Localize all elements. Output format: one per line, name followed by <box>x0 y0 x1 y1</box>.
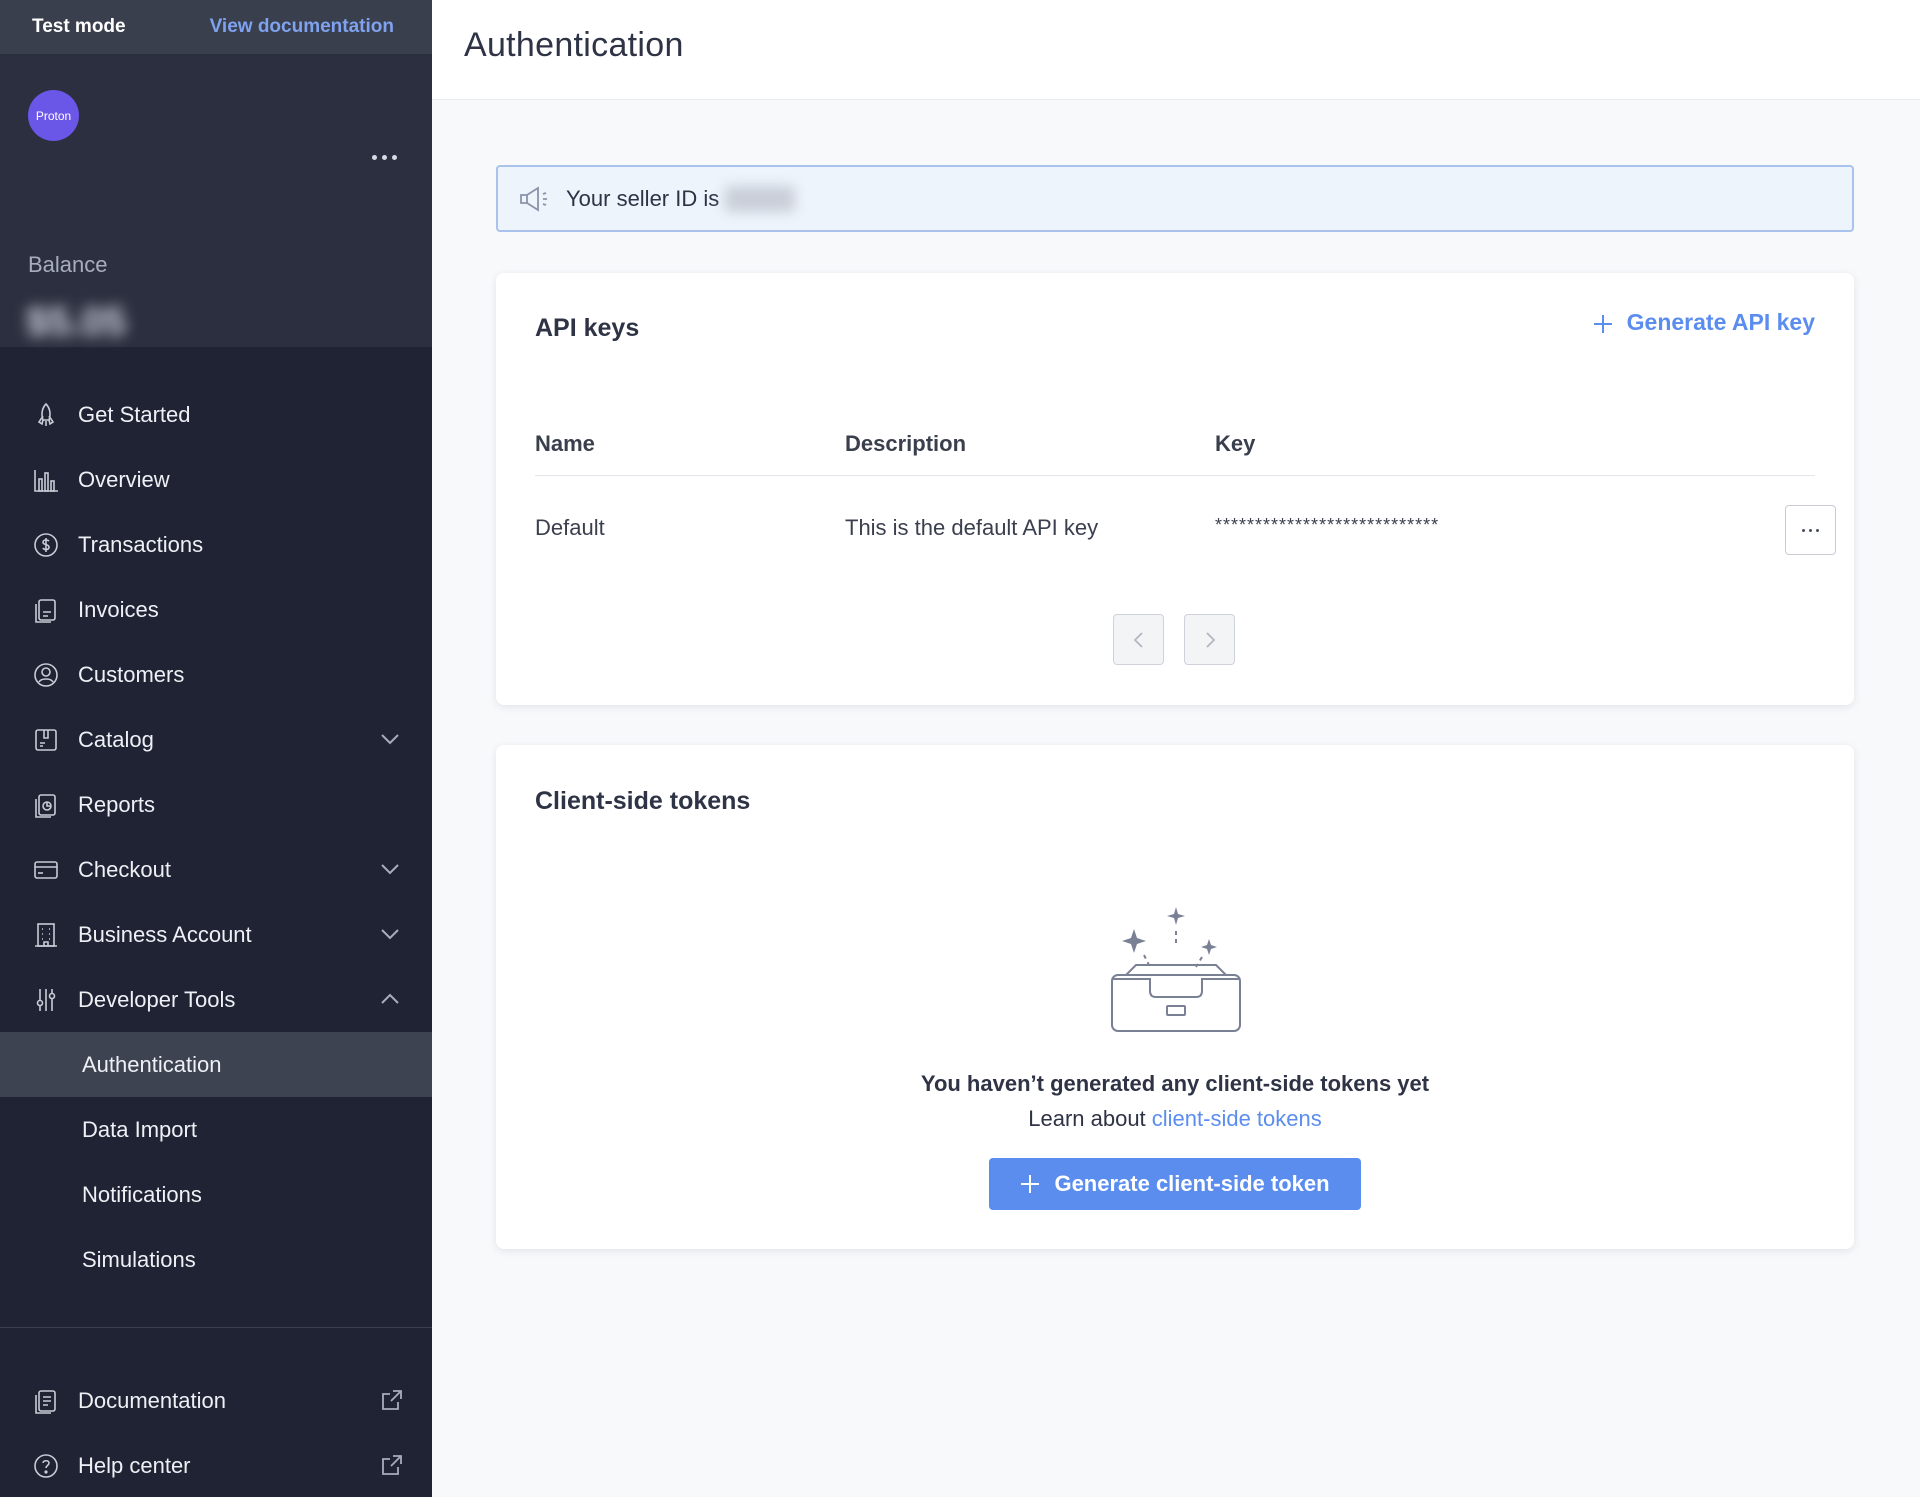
client-side-tokens-card: Client-side tokens You haven’t generated… <box>496 745 1854 1249</box>
page-title: Authentication <box>464 26 684 64</box>
dollar-circle-icon <box>32 531 60 559</box>
view-documentation-link[interactable]: View documentation <box>210 16 394 38</box>
next-page-button[interactable] <box>1184 614 1235 665</box>
invoice-icon <box>32 596 60 624</box>
nav-label: Help center <box>78 1452 191 1478</box>
nav-label: Developer Tools <box>78 986 236 1012</box>
nav-item-overview[interactable]: Overview <box>0 447 432 512</box>
nav-item-developer-tools[interactable]: Developer Tools <box>0 967 432 1032</box>
sidebar-item-authentication[interactable]: Authentication <box>0 1032 432 1097</box>
avatar[interactable]: Proton <box>28 90 79 141</box>
bar-chart-icon <box>32 466 60 494</box>
table-row: Default This is the default API key ****… <box>535 501 1815 561</box>
api-keys-title: API keys <box>535 314 640 342</box>
dot-icon <box>391 154 397 160</box>
building-icon <box>32 921 60 949</box>
external-link-icon <box>380 1453 404 1477</box>
page-header: Authentication <box>432 0 1920 100</box>
nav-item-transactions[interactable]: Transactions <box>0 512 432 577</box>
column-key: Key <box>1215 431 1256 456</box>
nav-label: Customers <box>78 661 185 687</box>
dot-icon <box>1816 528 1819 532</box>
nav-item-checkout[interactable]: Checkout <box>0 837 432 902</box>
account-menu-button[interactable] <box>364 146 404 168</box>
nav-label: Get Started <box>78 401 191 427</box>
test-mode-label: Test mode <box>32 16 126 37</box>
sidebar-divider <box>0 1327 432 1328</box>
column-name: Name <box>535 431 595 456</box>
generate-api-key-button[interactable]: Generate API key <box>1593 309 1815 336</box>
chevron-right-icon <box>1205 631 1215 648</box>
sidebar-item-notifications[interactable]: Notifications <box>0 1162 432 1227</box>
seller-id-text: Your seller ID is <box>566 185 720 211</box>
nav-item-customers[interactable]: Customers <box>0 642 432 707</box>
bottom-nav: Documentation Help center <box>0 1368 432 1497</box>
generate-client-side-token-button[interactable]: Generate client-side token <box>989 1158 1361 1210</box>
credit-card-icon <box>32 856 60 884</box>
nav-item-help-center[interactable]: Help center <box>0 1433 432 1497</box>
nav-label: Checkout <box>78 856 171 882</box>
external-link-icon <box>380 1388 404 1412</box>
sliders-icon <box>32 986 60 1014</box>
client-tokens-title: Client-side tokens <box>535 787 751 815</box>
nav-item-reports[interactable]: Reports <box>0 772 432 837</box>
balance-value: $5.05 <box>26 300 127 344</box>
generate-client-side-token-label: Generate client-side token <box>1054 1171 1330 1196</box>
cell-key: **************************** <box>1215 515 1440 535</box>
help-icon <box>32 1452 60 1480</box>
chevron-down-icon[interactable] <box>378 857 402 881</box>
sidebar-item-simulations[interactable]: Simulations <box>0 1227 432 1292</box>
nav-label: Documentation <box>78 1387 226 1413</box>
main-nav: Get Started Overview Transactions Invoic… <box>0 382 432 1292</box>
user-circle-icon <box>32 661 60 689</box>
empty-state-learn: Learn about client-side tokens <box>496 1106 1854 1132</box>
plus-icon <box>1593 313 1613 333</box>
dot-icon <box>381 154 387 160</box>
previous-page-button[interactable] <box>1113 614 1164 665</box>
nav-label: Catalog <box>78 726 154 752</box>
catalog-icon <box>32 726 60 754</box>
balance-label: Balance <box>28 252 108 277</box>
seller-id-banner: Your seller ID is <box>496 165 1854 232</box>
client-side-tokens-link[interactable]: client-side tokens <box>1152 1106 1322 1131</box>
account-panel: Proton Balance $5.05 <box>0 54 432 347</box>
dot-icon <box>1809 528 1812 532</box>
nav-label: Reports <box>78 791 156 817</box>
nav-item-get-started[interactable]: Get Started <box>0 382 432 447</box>
chevron-down-icon[interactable] <box>378 922 402 946</box>
report-icon <box>32 791 60 819</box>
rocket-icon <box>32 401 60 429</box>
cell-name: Default <box>535 515 605 540</box>
row-actions-button[interactable] <box>1785 505 1836 555</box>
nav-label: Business Account <box>78 921 252 947</box>
nav-label: Overview <box>78 466 170 492</box>
empty-state-title: You haven’t generated any client-side to… <box>920 1071 1430 1096</box>
cell-description: This is the default API key <box>845 515 1099 540</box>
chevron-up-icon[interactable] <box>378 987 402 1011</box>
chevron-left-icon <box>1133 631 1143 648</box>
megaphone-icon <box>518 184 552 214</box>
nav-item-business-account[interactable]: Business Account <box>0 902 432 967</box>
dot-icon <box>1802 528 1805 532</box>
test-mode-bar: Test mode View documentation <box>0 0 432 54</box>
nav-item-documentation[interactable]: Documentation <box>0 1368 432 1433</box>
chevron-down-icon[interactable] <box>378 727 402 751</box>
api-keys-card: API keys Generate API key Name Descripti… <box>496 273 1854 705</box>
documentation-icon <box>32 1387 60 1415</box>
nav-item-invoices[interactable]: Invoices <box>0 577 432 642</box>
learn-prefix: Learn about <box>1028 1106 1152 1131</box>
nav-label: Invoices <box>78 596 159 622</box>
empty-inbox-illustration-icon <box>1106 905 1246 1040</box>
nav-label: Transactions <box>78 531 204 557</box>
avatar-text: Proton <box>35 108 72 123</box>
plus-icon <box>1020 1174 1040 1194</box>
sidebar-item-data-import[interactable]: Data Import <box>0 1097 432 1162</box>
generate-api-key-label: Generate API key <box>1626 309 1815 335</box>
dot-icon <box>371 154 377 160</box>
column-description: Description <box>845 431 967 456</box>
nav-item-catalog[interactable]: Catalog <box>0 707 432 772</box>
api-keys-table-header: Name Description Key <box>535 431 1815 476</box>
seller-id-redacted <box>725 185 796 212</box>
sidebar: Test mode View documentation Proton Bala… <box>0 0 432 1497</box>
